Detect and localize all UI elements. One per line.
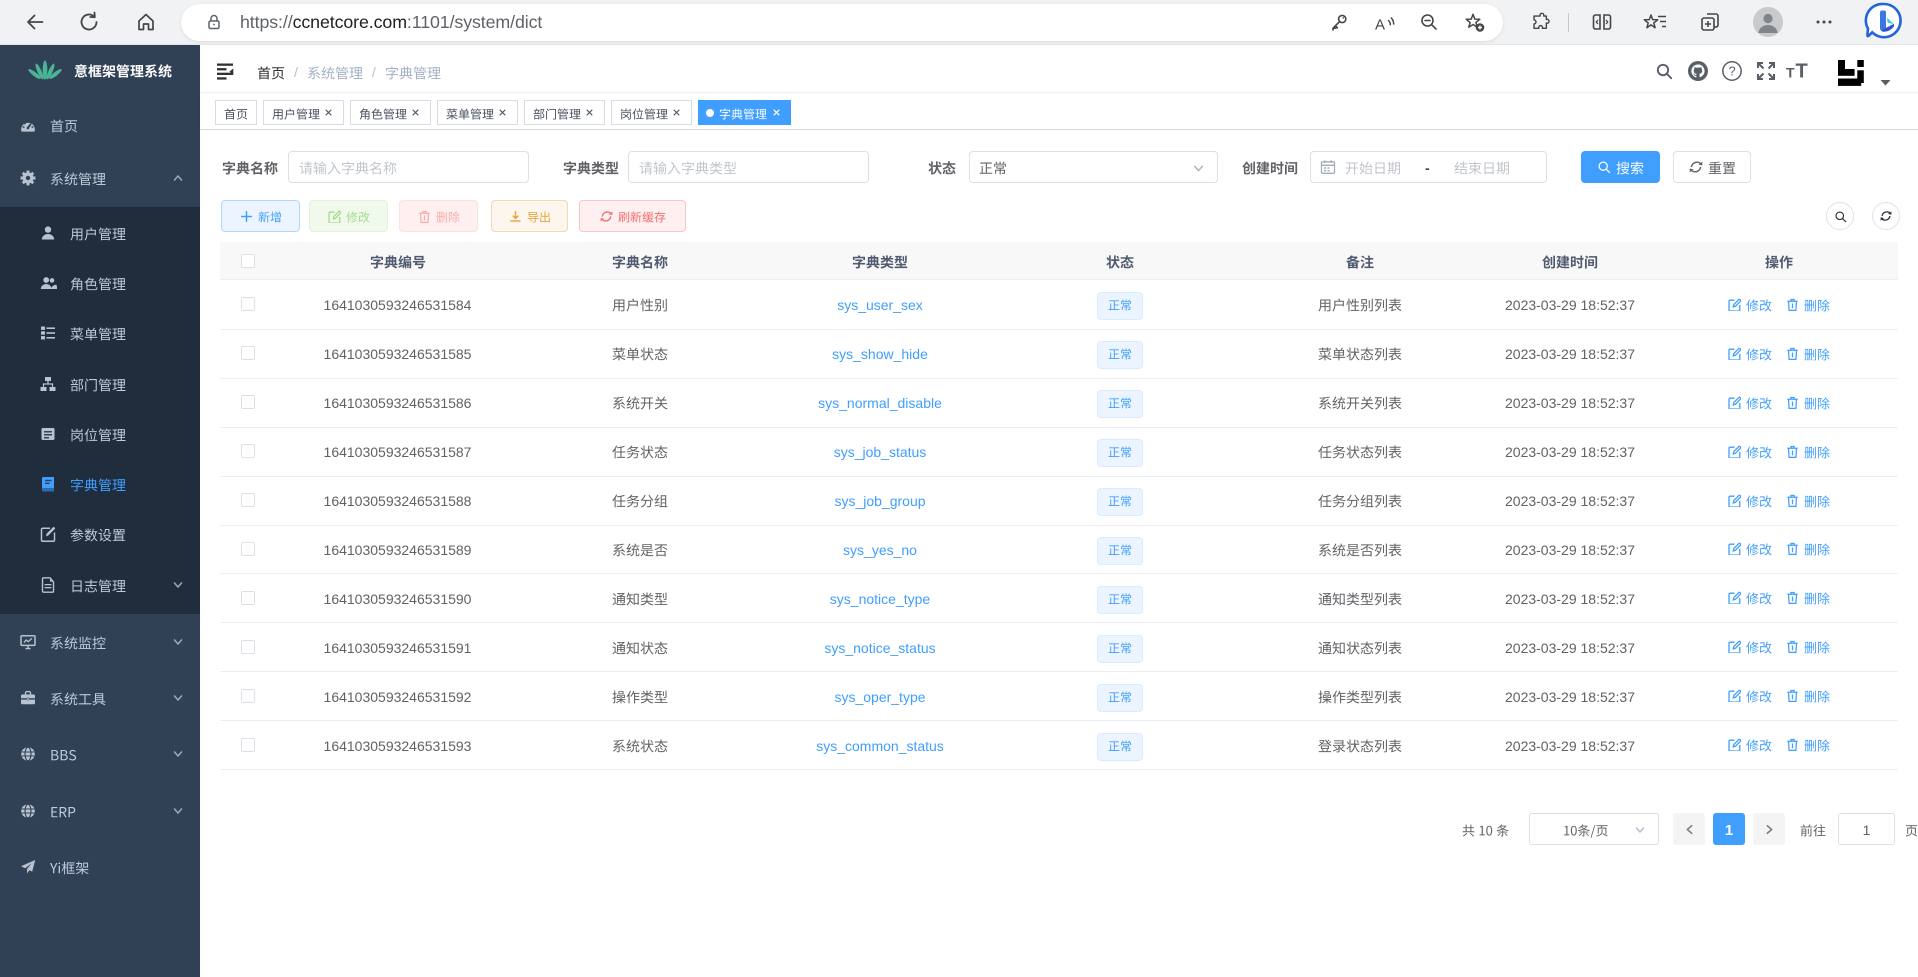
svg-text:A: A — [1375, 17, 1385, 34]
svg-text:T: T — [1786, 65, 1795, 81]
svg-text:T: T — [1796, 61, 1808, 83]
svg-text:?: ? — [1729, 65, 1736, 79]
